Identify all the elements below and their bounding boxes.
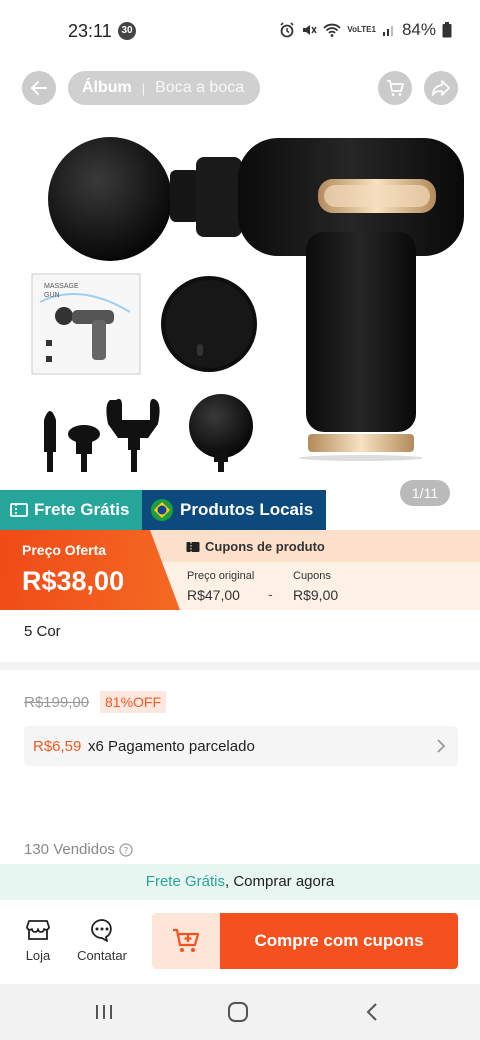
back-button[interactable] — [22, 71, 56, 105]
back-nav-icon[interactable] — [364, 1002, 380, 1022]
price-banner: Preço Oferta R$38,00 Cupons de produto P… — [0, 530, 480, 610]
chat-label: Contatar — [77, 948, 127, 963]
product-image-gallery[interactable]: MASSAGE GUN — [0, 62, 480, 490]
top-navigation: Álbum | Boca a boca — [0, 68, 480, 108]
alarm-icon — [280, 22, 294, 38]
offer-price: R$38,00 — [22, 566, 125, 596]
share-button[interactable] — [424, 71, 458, 105]
sold-count: 130 Vendidos ? — [24, 841, 133, 858]
store-label: Loja — [25, 948, 51, 963]
share-icon — [432, 80, 450, 96]
free-shipping-promo[interactable]: Frete Grátis, Comprar agora — [0, 864, 480, 900]
mute-icon — [303, 25, 317, 35]
help-icon[interactable]: ? — [119, 842, 133, 857]
installment-text: x6 Pagamento parcelado — [88, 738, 255, 755]
notification-count-badge: 30 — [118, 22, 136, 40]
tab-album[interactable]: Álbum — [82, 79, 132, 97]
installment-price: R$6,59 — [33, 738, 82, 755]
image-counter: 1/11 — [400, 480, 450, 506]
chevron-right-icon — [437, 739, 446, 753]
status-icons: VoLTE1 84% — [279, 20, 452, 40]
coupons-label: Cupons — [293, 570, 331, 582]
ticket-icon — [10, 503, 28, 517]
store-button[interactable]: Loja — [22, 918, 54, 963]
original-price-label: Preço original — [187, 570, 255, 582]
local-products-badge: Produtos Locais — [142, 490, 326, 530]
sold-count-text: 130 Vendidos — [24, 841, 115, 858]
cart-button[interactable] — [378, 71, 412, 105]
tab-separator: | — [141, 80, 146, 96]
shipping-badges: Frete Grátis Produtos Locais — [0, 490, 326, 530]
svg-text:?: ? — [124, 846, 129, 856]
tab-word-of-mouth[interactable]: Boca a boca — [155, 79, 244, 97]
brazil-flag-icon — [151, 499, 173, 521]
minus-sign: - — [268, 586, 273, 602]
gallery-tabs: Álbum | Boca a boca — [68, 71, 260, 105]
original-price-value: R$47,00 — [187, 587, 240, 603]
recent-apps-icon[interactable] — [94, 1002, 114, 1022]
installment-row[interactable]: R$6,59 x6 Pagamento parcelado — [24, 726, 458, 766]
signal-icon — [382, 26, 393, 36]
box-label: MASSAGE GUN — [44, 283, 79, 299]
wifi-icon — [323, 23, 342, 37]
discount-badge: 81%OFF — [100, 691, 167, 713]
variant-count: 5 Cor — [24, 623, 61, 640]
arrow-left-icon — [31, 81, 47, 95]
section-divider — [0, 662, 480, 670]
battery-icon — [442, 22, 452, 38]
local-products-label: Produtos Locais — [180, 500, 314, 519]
add-to-cart-button[interactable] — [152, 913, 220, 969]
offer-label: Preço Oferta — [22, 542, 107, 558]
coupons-value: R$9,00 — [293, 587, 339, 603]
network-label: VoLTE1 — [347, 25, 376, 34]
add-to-cart-icon — [173, 928, 200, 952]
store-icon — [26, 920, 50, 940]
battery-percent: 84% — [401, 20, 436, 39]
cart-icon — [387, 80, 404, 96]
coupon-icon — [186, 541, 200, 552]
chat-icon — [91, 919, 112, 942]
home-icon[interactable] — [227, 1002, 249, 1022]
old-price: R$199,00 — [24, 694, 90, 711]
massage-gun-product-image — [31, 137, 464, 472]
promo-text: , Comprar agora — [224, 873, 335, 890]
bottom-action-bar: Loja Contatar Compre com cupons — [0, 900, 480, 984]
coupons-title[interactable]: Cupons de produto — [186, 539, 325, 554]
system-navigation-bar — [0, 984, 480, 1040]
free-shipping-badge: Frete Grátis — [0, 490, 142, 530]
status-time: 23:11 — [68, 21, 112, 41]
variant-selector[interactable]: 5 Cor — [0, 610, 480, 662]
chat-button[interactable]: Contatar — [74, 918, 130, 963]
buy-with-coupons-button[interactable]: Compre com cupons — [220, 913, 458, 969]
status-bar: 23:11 30 VoLTE1 84% — [0, 0, 480, 62]
free-shipping-label: Frete Grátis — [34, 500, 130, 519]
promo-highlight: Frete Grátis — [145, 873, 225, 890]
